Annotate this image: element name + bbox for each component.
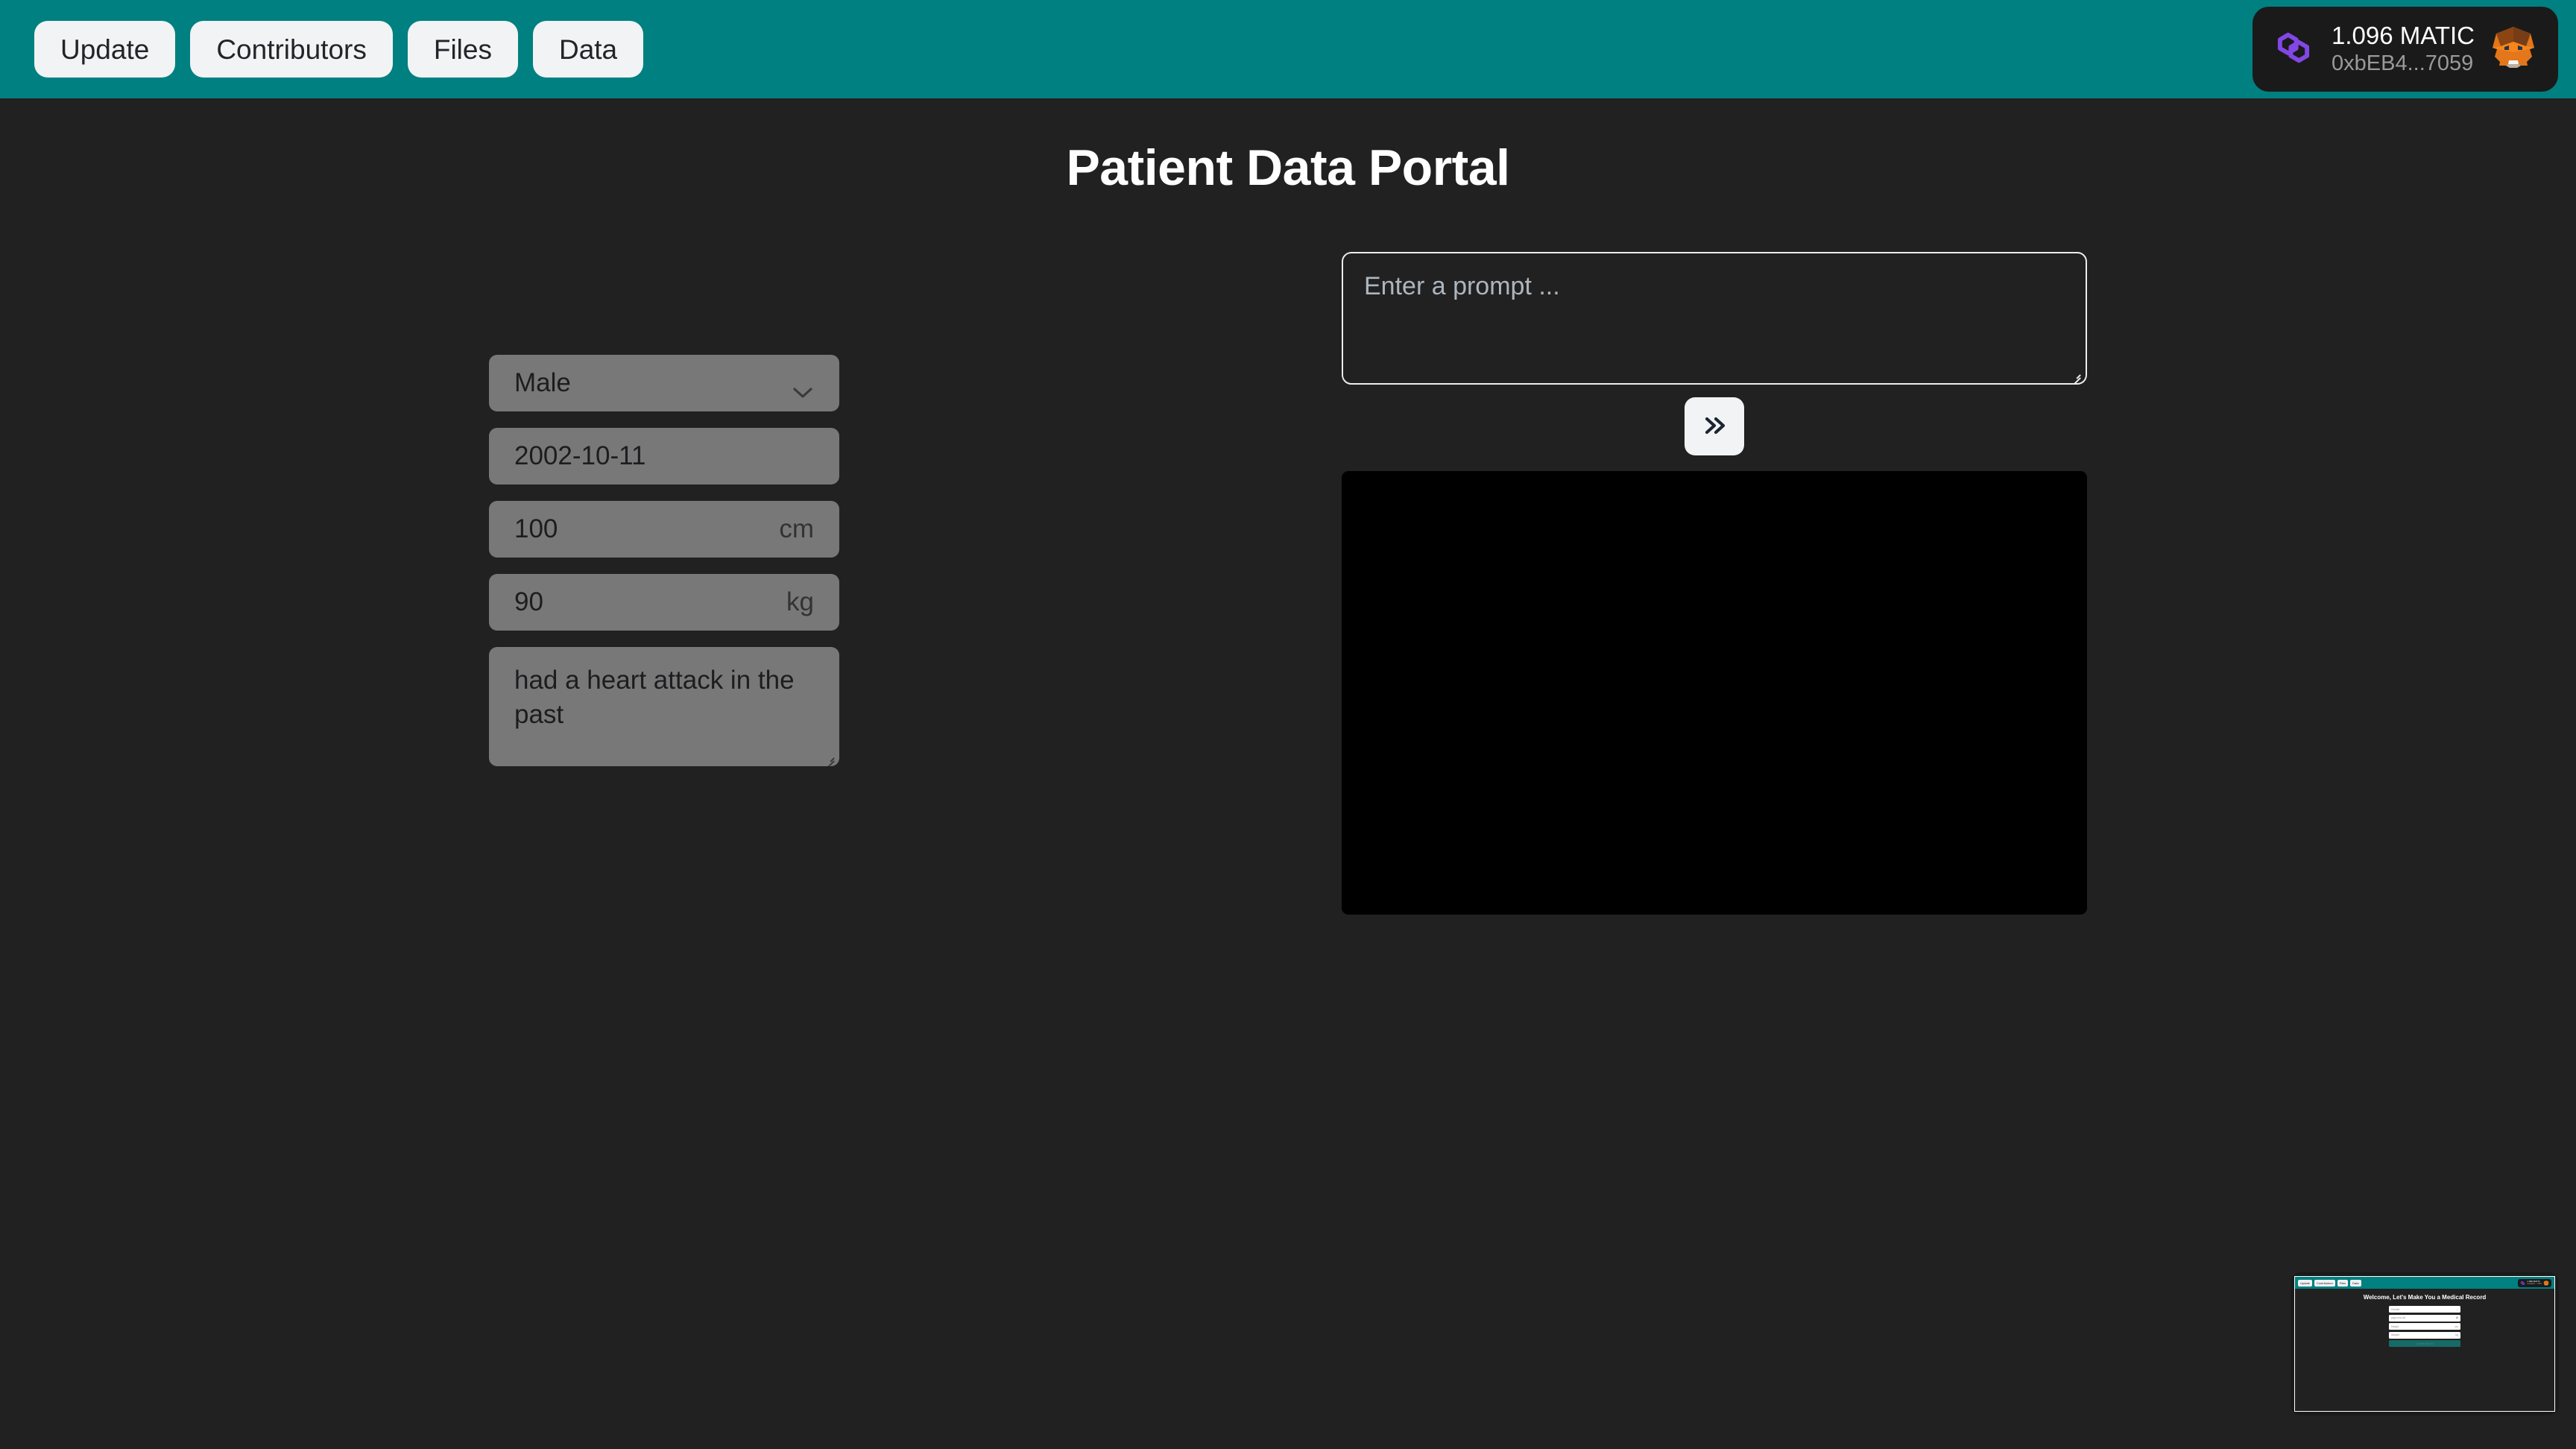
prompt-panel: Enter a prompt ... <box>1342 252 2087 915</box>
height-unit: cm <box>779 514 814 543</box>
thumbnail-field-birthdate: yyyy-mm-dd ▤ <box>2389 1314 2460 1322</box>
thumbnail-wallet-pill: 1.096 MATIC 0xbEB4...7059 <box>2518 1277 2551 1289</box>
weight-value: 90 <box>514 587 543 616</box>
polygon-icon <box>2272 26 2315 73</box>
thumbnail-field-weight: Weight kg <box>2389 1331 2460 1339</box>
thumbnail-height-label: Height <box>2391 1325 2399 1328</box>
thumbnail-topbar: Update Contributors Files Data 1.096 MAT… <box>2295 1277 2554 1289</box>
nav-button-files[interactable]: Files <box>407 21 518 78</box>
gender-value: Male <box>514 368 571 397</box>
thumbnail-nav-files: Files <box>2337 1279 2349 1287</box>
thumbnail-nav-data: Data <box>2350 1279 2361 1287</box>
metamask-fox-icon <box>2491 26 2536 72</box>
thumbnail-create-record-button: Create Record <box>2389 1340 2460 1347</box>
gender-select[interactable]: Male <box>489 355 839 411</box>
thumbnail-calendar-icon: ▤ <box>2455 1316 2458 1319</box>
wallet-balance: 1.096 MATIC <box>2332 22 2475 50</box>
patient-form: Male 2002-10-11 100 cm 90 kg had a heart… <box>489 355 839 766</box>
nav-button-data[interactable]: Data <box>532 21 644 78</box>
weight-input[interactable]: 90 kg <box>489 574 839 631</box>
thumbnail-polygon-icon <box>2520 1277 2525 1289</box>
top-navigation-bar: Update Contributors Files Data 1.096 MAT… <box>0 0 2576 98</box>
prompt-textarea[interactable]: Enter a prompt ... <box>1342 252 2087 385</box>
height-input[interactable]: 100 cm <box>489 501 839 558</box>
resize-handle-icon[interactable] <box>819 746 836 766</box>
thumbnail-weight-label: Weight <box>2391 1333 2399 1336</box>
thumbnail-field-height: Height cm <box>2389 1323 2460 1330</box>
nav-button-update[interactable]: Update <box>34 21 176 78</box>
prompt-resize-handle-icon[interactable] <box>2065 363 2082 383</box>
nav-button-contributors[interactable]: Contributors <box>190 21 393 78</box>
thumbnail-wallet-address: 0xbEB4...7059 <box>2527 1282 2542 1285</box>
notes-textarea[interactable]: had a heart attack in the past <box>489 647 839 766</box>
thumbnail-birthdate-label: yyyy-mm-dd <box>2391 1316 2406 1319</box>
nav-button-group: Update Contributors Files Data <box>34 21 644 78</box>
thumbnail-height-unit: cm <box>2455 1325 2458 1328</box>
page-title: Patient Data Portal <box>1066 139 1510 196</box>
wallet-info: 1.096 MATIC 0xbEB4...7059 <box>2332 22 2475 76</box>
thumbnail-field-gender: Gender ⌄ <box>2389 1306 2460 1313</box>
birthdate-input[interactable]: 2002-10-11 <box>489 428 839 484</box>
thumbnail-nav-update: Update <box>2298 1279 2312 1287</box>
notes-value: had a heart attack in the past <box>514 666 795 730</box>
thumbnail-weight-unit: kg <box>2455 1333 2458 1336</box>
chevron-down-icon <box>792 376 814 398</box>
prompt-placeholder: Enter a prompt ... <box>1364 272 1560 300</box>
thumbnail-heading: Welcome, Let's Make You a Medical Record <box>2363 1294 2487 1301</box>
thumbnail-gender-label: Gender <box>2391 1307 2400 1311</box>
wallet-pill[interactable]: 1.096 MATIC 0xbEB4...7059 <box>2253 7 2558 92</box>
thumbnail-nav-contributors: Contributors <box>2314 1279 2335 1287</box>
output-display <box>1342 471 2087 915</box>
prompt-submit-button[interactable] <box>1685 397 1744 455</box>
wallet-address: 0xbEB4...7059 <box>2332 51 2474 76</box>
height-value: 100 <box>514 514 558 543</box>
thumbnail-wallet-info: 1.096 MATIC 0xbEB4...7059 <box>2527 1281 2542 1285</box>
birthdate-value: 2002-10-11 <box>514 441 646 470</box>
thumbnail-chevron-down-icon: ⌄ <box>2456 1307 2458 1311</box>
submit-row <box>1342 397 2087 455</box>
thumbnail-metamask-fox-icon <box>2543 1277 2549 1289</box>
preview-thumbnail-viewport: Update Contributors Files Data 1.096 MAT… <box>2294 1276 2555 1412</box>
weight-unit: kg <box>786 587 814 616</box>
preview-thumbnail[interactable]: Update Contributors Files Data 1.096 MAT… <box>2291 1272 2559 1415</box>
thumbnail-form: Gender ⌄ yyyy-mm-dd ▤ Height cm Weight k… <box>2389 1306 2460 1347</box>
double-chevron-right-icon <box>1699 413 1729 441</box>
